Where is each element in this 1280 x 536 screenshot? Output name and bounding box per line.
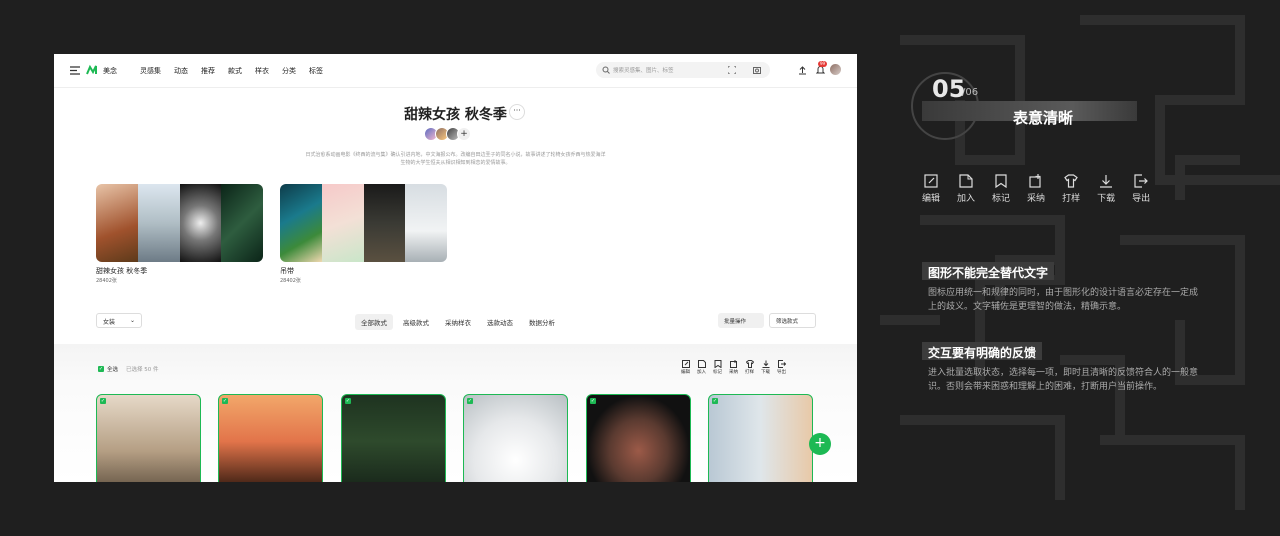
select-all-label: 全选 xyxy=(107,367,119,373)
board-name[interactable]: 甜辣女孩 秋冬季 xyxy=(96,266,147,276)
image-search-icon[interactable] xyxy=(753,66,761,74)
main-nav: 灵感集 动态 推荐 款式 样衣 分类 标签 xyxy=(140,66,323,76)
search-placeholder: 搜索灵感集、图片、标签 xyxy=(613,68,674,74)
brand-name: 美念 xyxy=(103,67,117,75)
section-text: 进入批量选取状态，选择每一项，即时且清晰的反馈符合人的一般意识。否则会带来困惑和… xyxy=(928,368,1199,392)
logo-icon[interactable] xyxy=(86,64,98,76)
nav-item-categories[interactable]: 分类 xyxy=(282,66,296,76)
checkbox-checked-icon[interactable]: ✓ xyxy=(712,398,718,404)
bookmark-icon xyxy=(995,174,1007,188)
action-add-button[interactable]: 加入 xyxy=(697,360,706,375)
action-adopt-button[interactable]: 采纳 xyxy=(729,360,738,375)
icon-showcase: 编辑 加入 标记 采纳 打样 下载 导出 xyxy=(922,174,1150,204)
action-download-button[interactable]: 下载 xyxy=(761,360,770,375)
action-mark-button[interactable]: 标记 xyxy=(713,360,722,375)
chevron-down-icon: ⌄ xyxy=(129,317,135,324)
presentation-slide: 美念 灵感集 动态 推荐 款式 样衣 分类 标签 搜索灵感集、图片、标签 99 … xyxy=(0,0,1280,536)
tab-all-styles[interactable]: 全部款式 xyxy=(355,314,393,330)
showcase-export: 导出 xyxy=(1132,174,1150,204)
showcase-edit: 编辑 xyxy=(922,174,940,204)
top-nav-bar: 美念 灵感集 动态 推荐 款式 样衣 分类 标签 搜索灵感集、图片、标签 99 xyxy=(54,54,857,88)
style-card[interactable]: ✓ xyxy=(96,394,201,482)
nav-item-tags[interactable]: 标签 xyxy=(309,66,323,76)
checkbox-checked-icon[interactable]: ✓ xyxy=(590,398,596,404)
menu-icon[interactable] xyxy=(70,66,80,75)
notification-badge: 99 xyxy=(818,61,828,67)
annotation-panel: 05 /06 表意清晰 编辑 加入 标记 采纳 打样 下载 导出 图形不能完全替… xyxy=(908,0,1280,536)
scan-icon[interactable] xyxy=(728,66,736,74)
checkbox-checked-icon[interactable]: ✓ xyxy=(222,398,228,404)
add-floating-button[interactable]: + xyxy=(809,433,831,455)
showcase-adopt: 采纳 xyxy=(1027,174,1045,204)
checkbox-checked-icon[interactable]: ✓ xyxy=(345,398,351,404)
collection-description: 日式治愈系动画电影《终西的流与集》确认引进内地，中文海报公布。改编自田边圣子的同… xyxy=(305,152,606,166)
more-options-button[interactable]: ··· xyxy=(509,104,525,120)
style-tabs: 全部款式 高级款式 采纳样衣 选款动态 数据分析 xyxy=(355,314,561,330)
export-icon xyxy=(777,360,786,368)
app-screenshot: 美念 灵感集 动态 推荐 款式 样衣 分类 标签 搜索灵感集、图片、标签 99 … xyxy=(54,54,857,482)
checkbox-checked-icon[interactable]: ✓ xyxy=(100,398,106,404)
showcase-mark: 标记 xyxy=(992,174,1010,204)
page-total: /06 xyxy=(962,87,979,98)
selected-count: 已选择 50 件 xyxy=(126,367,159,373)
section-title: 图形不能完全替代文字 xyxy=(922,262,1055,280)
board-count: 28402张 xyxy=(280,278,301,284)
slide-heading: 表意清晰 xyxy=(1013,109,1074,127)
collection-title: 甜辣女孩 秋冬季 xyxy=(404,107,507,123)
filter-styles-button[interactable]: 筛选款式 xyxy=(769,313,816,328)
select-all-checkbox[interactable]: ✓ 全选 xyxy=(98,365,118,373)
nav-item-styles[interactable]: 款式 xyxy=(228,66,242,76)
showcase-add: 加入 xyxy=(957,174,975,204)
style-card[interactable]: ✓ xyxy=(341,394,446,482)
nav-item-samples[interactable]: 样衣 xyxy=(255,66,269,76)
style-card[interactable]: ✓ xyxy=(586,394,691,482)
add-doc-icon xyxy=(959,174,973,188)
category-select-value: 女装 xyxy=(103,319,116,326)
add-collaborator-button[interactable]: + xyxy=(457,127,471,141)
board-count: 28402张 xyxy=(96,278,117,284)
tab-data-analysis[interactable]: 数据分析 xyxy=(523,314,561,330)
page-number: 05 xyxy=(932,75,966,103)
style-card[interactable]: ✓ xyxy=(708,394,813,482)
nav-item-recommend[interactable]: 推荐 xyxy=(201,66,215,76)
checkbox-checked-icon[interactable]: ✓ xyxy=(467,398,473,404)
user-avatar[interactable] xyxy=(830,64,841,75)
action-export-button[interactable]: 导出 xyxy=(777,360,786,375)
adopt-icon xyxy=(729,360,737,368)
download-icon xyxy=(762,360,769,368)
section-title: 交互要有明确的反馈 xyxy=(922,342,1043,360)
checkbox-checked-icon: ✓ xyxy=(98,366,104,372)
nav-item-feed[interactable]: 动态 xyxy=(174,66,188,76)
search-icon xyxy=(602,66,610,74)
section-text: 图标应用统一和规律的同时，由于图形化的设计语言必定存在一定成上的歧义。文字辅佐是… xyxy=(928,288,1199,312)
shirt-icon xyxy=(745,360,754,368)
batch-action-toolbar: 编辑 加入 标记 采纳 打样 下载 导出 xyxy=(681,360,786,375)
tab-premium-styles[interactable]: 高级款式 xyxy=(397,314,435,330)
board-name[interactable]: 吊带 xyxy=(280,266,294,276)
style-card[interactable]: ✓ xyxy=(463,394,568,482)
showcase-download: 下载 xyxy=(1097,174,1115,204)
collaborator-avatars: + xyxy=(424,127,471,141)
style-card[interactable]: ✓ xyxy=(218,394,323,482)
adopt-icon xyxy=(1029,174,1041,188)
tab-selection-feed[interactable]: 选款动态 xyxy=(481,314,519,330)
board-card[interactable] xyxy=(96,184,263,262)
tab-adopted-samples[interactable]: 采纳样衣 xyxy=(439,314,477,330)
edit-icon xyxy=(924,174,938,188)
showcase-sample: 打样 xyxy=(1062,174,1080,204)
export-icon xyxy=(1134,174,1148,188)
action-sample-button[interactable]: 打样 xyxy=(745,360,754,375)
bookmark-icon xyxy=(714,360,721,368)
category-select[interactable]: 女装 ⌄ xyxy=(96,313,142,328)
shirt-icon xyxy=(1064,174,1078,188)
search-input[interactable]: 搜索灵感集、图片、标签 xyxy=(596,62,770,78)
download-icon xyxy=(1100,175,1113,188)
action-edit-button[interactable]: 编辑 xyxy=(681,360,690,375)
upload-icon[interactable] xyxy=(798,66,807,75)
board-card[interactable] xyxy=(280,184,447,262)
nav-item-inspiration[interactable]: 灵感集 xyxy=(140,66,161,76)
edit-icon xyxy=(681,360,690,368)
batch-operation-button[interactable]: 批量操作 xyxy=(718,313,764,328)
add-doc-icon xyxy=(697,360,706,368)
